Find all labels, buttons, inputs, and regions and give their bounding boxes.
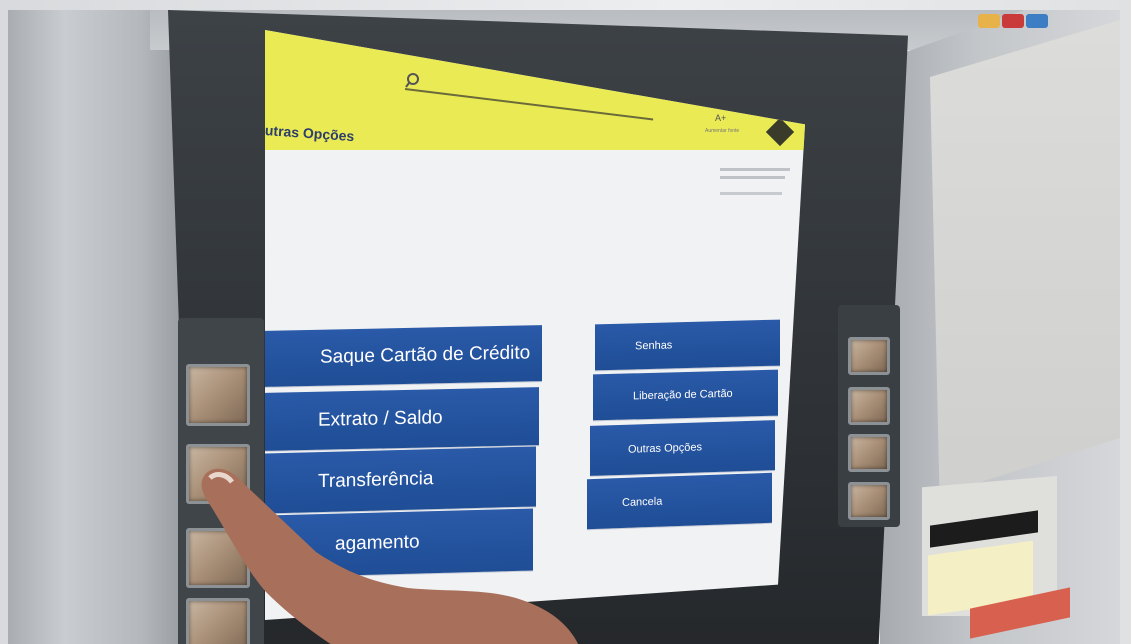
menu-button-label: Cancela (622, 495, 663, 510)
menu-button-label: Extrato / Saldo (318, 407, 443, 431)
bank-logo (765, 117, 795, 147)
card-brand-logos (970, 10, 1055, 40)
menu-button-outras-opcoes[interactable]: Outras Opções (590, 420, 775, 476)
right-function-key-3[interactable] (848, 434, 890, 472)
menu-button-liberacao-cartao[interactable]: Liberação de Cartão (593, 369, 778, 421)
font-size-button[interactable]: A+ (715, 113, 726, 123)
left-function-key-1[interactable] (186, 364, 250, 426)
session-info (720, 192, 782, 195)
menu-button-label: Liberação de Cartão (633, 387, 733, 403)
card-logo-icon (978, 14, 1000, 28)
menu-button-label: Senhas (635, 339, 673, 353)
right-function-key-2[interactable] (848, 387, 890, 425)
menu-button-label: Outras Opções (628, 441, 702, 456)
menu-button-cancela[interactable]: Cancela (587, 472, 772, 530)
menu-button-extrato-saldo[interactable]: Extrato / Saldo (265, 387, 539, 451)
menu-button-saque-cartao-credito[interactable]: Saque Cartão de Crédito (265, 325, 542, 387)
search-input[interactable] (404, 88, 654, 121)
terminal-info (720, 176, 785, 179)
menu-button-senhas[interactable]: Senhas (595, 319, 780, 371)
atm-side-panel (930, 20, 1120, 495)
atm-frame-left (8, 10, 198, 644)
font-size-caption: Aumentar fonte (705, 128, 740, 134)
card-logo-icon (1026, 14, 1048, 28)
date-info (720, 168, 790, 171)
menu-button-label: Saque Cartão de Crédito (320, 342, 531, 368)
atm-scene: A+ Aumentar fonte utras Opções Saque Car… (0, 0, 1131, 644)
right-function-key-1[interactable] (848, 337, 890, 375)
card-logo-icon (1002, 14, 1024, 28)
right-function-key-4[interactable] (848, 482, 890, 520)
pointing-hand (201, 468, 578, 644)
search-icon[interactable] (405, 72, 423, 90)
